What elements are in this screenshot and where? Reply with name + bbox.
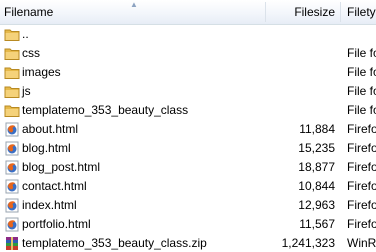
file-name: portfolio.html bbox=[22, 217, 91, 231]
file-size: 18,877 bbox=[298, 160, 335, 174]
firefox-icon bbox=[4, 217, 20, 232]
file-type: Firefo bbox=[347, 160, 376, 174]
file-row[interactable]: about.html 11,884 Firefo bbox=[0, 120, 376, 139]
folder-icon bbox=[4, 65, 20, 80]
file-row[interactable]: index.html 12,963 Firefo bbox=[0, 196, 376, 215]
file-size: 1,241,323 bbox=[281, 236, 335, 250]
sort-ascending-icon: ▲ bbox=[130, 0, 138, 9]
firefox-icon bbox=[4, 141, 20, 156]
file-type: Firefo bbox=[347, 198, 376, 212]
column-header-filesize[interactable]: Filesize bbox=[266, 0, 340, 24]
file-type: File fo bbox=[347, 103, 376, 117]
file-name: blog_post.html bbox=[22, 160, 101, 174]
firefox-icon bbox=[4, 160, 20, 175]
file-name: js bbox=[22, 84, 31, 98]
file-type: Firefo bbox=[347, 141, 376, 155]
file-type: Firefo bbox=[347, 122, 376, 136]
firefox-icon bbox=[4, 179, 20, 194]
file-name: about.html bbox=[22, 122, 79, 136]
file-row[interactable]: .. bbox=[0, 25, 376, 44]
file-name: index.html bbox=[22, 198, 77, 212]
column-header-bar: Filename ▲ Filesize Filety bbox=[0, 0, 376, 25]
firefox-icon bbox=[4, 122, 20, 137]
file-list: .. css File fo images File fo js bbox=[0, 25, 376, 252]
file-name: images bbox=[22, 65, 61, 79]
file-name: .. bbox=[22, 27, 29, 41]
file-row[interactable]: templatemo_353_beauty_class File fo bbox=[0, 101, 376, 120]
folder-icon bbox=[4, 103, 20, 118]
folder-icon bbox=[4, 46, 20, 61]
file-row[interactable]: css File fo bbox=[0, 44, 376, 63]
firefox-icon bbox=[4, 198, 20, 213]
file-size: 15,235 bbox=[298, 141, 335, 155]
file-row[interactable]: images File fo bbox=[0, 63, 376, 82]
file-row[interactable]: js File fo bbox=[0, 82, 376, 101]
file-row[interactable]: blog_post.html 18,877 Firefo bbox=[0, 158, 376, 177]
column-header-filetype[interactable]: Filety bbox=[341, 0, 376, 24]
file-list-pane: Filename ▲ Filesize Filety .. css File f… bbox=[0, 0, 376, 252]
file-row[interactable]: templatemo_353_beauty_class.zip 1,241,32… bbox=[0, 234, 376, 252]
file-name: css bbox=[22, 46, 40, 60]
file-type: Firefo bbox=[347, 179, 376, 193]
winrar-archive-icon bbox=[4, 236, 20, 251]
file-name: blog.html bbox=[22, 141, 71, 155]
file-size: 10,844 bbox=[298, 179, 335, 193]
file-type: WinR bbox=[347, 236, 376, 250]
file-name: contact.html bbox=[22, 179, 87, 193]
folder-icon bbox=[4, 27, 20, 42]
file-type: File fo bbox=[347, 65, 376, 79]
file-name: templatemo_353_beauty_class.zip bbox=[22, 236, 207, 250]
file-type: Firefo bbox=[347, 217, 376, 231]
file-row[interactable]: portfolio.html 11,567 Firefo bbox=[0, 215, 376, 234]
file-row[interactable]: blog.html 15,235 Firefo bbox=[0, 139, 376, 158]
folder-icon bbox=[4, 84, 20, 99]
file-row[interactable]: contact.html 10,844 Firefo bbox=[0, 177, 376, 196]
file-type: File fo bbox=[347, 84, 376, 98]
file-name: templatemo_353_beauty_class bbox=[22, 103, 189, 117]
file-type: File fo bbox=[347, 46, 376, 60]
file-size: 11,567 bbox=[299, 217, 335, 231]
file-size: 12,963 bbox=[298, 198, 335, 212]
file-size: 11,884 bbox=[299, 122, 335, 136]
